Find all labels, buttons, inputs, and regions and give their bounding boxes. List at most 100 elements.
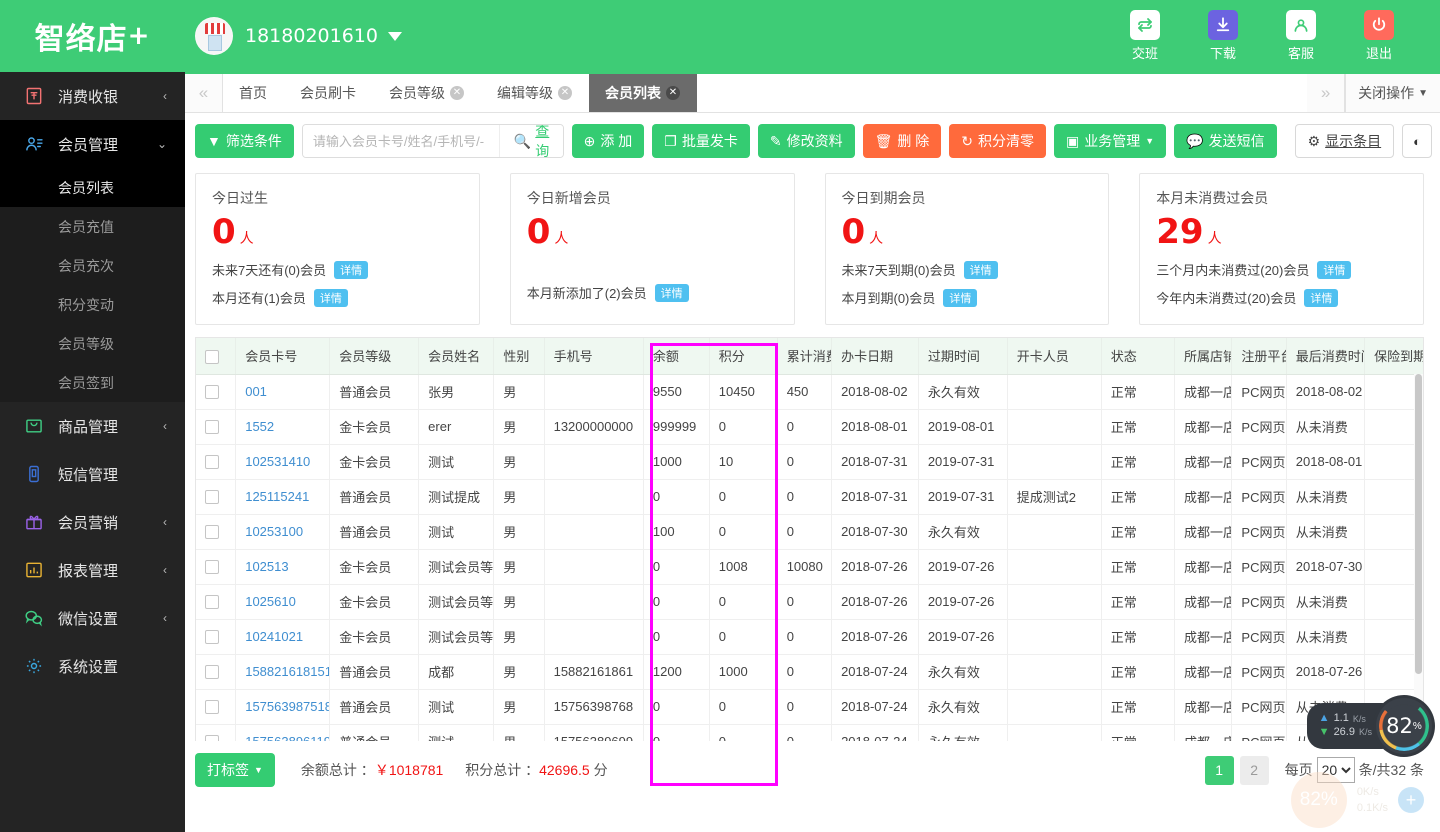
table-row[interactable]: 157563987518普通会员测试男157563987680002018-07…	[196, 689, 1424, 724]
cell-card[interactable]: 125115241	[236, 479, 330, 514]
sidebar-item-member[interactable]: 会员管理 ⌄	[0, 120, 185, 168]
send-sms-button[interactable]: 💬 发送短信	[1174, 124, 1276, 158]
add-button[interactable]: ⊕ 添 加	[572, 124, 645, 158]
cell-card[interactable]: 158821618151	[236, 654, 330, 689]
table-row[interactable]: 1552金卡会员erer男13200000000999999002018-08-…	[196, 409, 1424, 444]
sidebar-item-settings[interactable]: 系统设置	[0, 642, 185, 690]
table-row[interactable]: 102513金卡会员测试会员等级男01008100802018-07-26201…	[196, 549, 1424, 584]
row-select-cell	[196, 549, 236, 584]
sidebar-item-marketing[interactable]: 会员营销 ‹	[0, 498, 185, 546]
detail-badge[interactable]: 详情	[943, 289, 977, 307]
cell-card[interactable]: 001	[236, 374, 330, 409]
cell-card[interactable]: 1025610	[236, 584, 330, 619]
cell-card[interactable]: 102531410	[236, 444, 330, 479]
row-checkbox[interactable]	[205, 560, 219, 574]
cell-card[interactable]: 102513	[236, 549, 330, 584]
cell-card[interactable]: 157563987518	[236, 689, 330, 724]
sidebar-item-member-signin[interactable]: 会员签到	[0, 363, 185, 402]
tab-member-card-swipe[interactable]: 会员刷卡	[284, 74, 373, 112]
tab-scroll-next-icon[interactable]: »	[1307, 74, 1345, 112]
table-row[interactable]: 102531410金卡会员测试男10001002018-07-312019-07…	[196, 444, 1424, 479]
cell-points: 0	[709, 584, 777, 619]
row-select-cell	[196, 409, 236, 444]
header-action-download[interactable]: 下载	[1184, 10, 1262, 62]
filter-button[interactable]: ▼ 筛选条件	[195, 124, 294, 158]
detail-badge[interactable]: 详情	[334, 261, 368, 279]
sidebar-item-member-times[interactable]: 会员充次	[0, 246, 185, 285]
row-checkbox[interactable]	[205, 455, 219, 469]
table-vertical-scrollbar[interactable]	[1414, 374, 1423, 741]
tab-member-list[interactable]: 会员列表 ✕	[589, 74, 697, 112]
tab-scroll-prev-icon[interactable]: «	[185, 74, 223, 112]
show-items-button[interactable]: ⚙ 显示条目	[1295, 124, 1395, 158]
header-action-support[interactable]: 客服	[1262, 10, 1340, 62]
sidebar-submenu-member: 会员列表 会员充值 会员充次 积分变动 会员等级 会员签到	[0, 168, 185, 402]
table-row[interactable]: 157563896119普通会员测试男157563896990002018-07…	[196, 724, 1424, 741]
sidebar-item-cashier[interactable]: 消费收银 ‹	[0, 72, 185, 120]
row-checkbox[interactable]	[205, 595, 219, 609]
close-icon[interactable]: ✕	[558, 86, 572, 100]
business-management-dropdown[interactable]: ▣ 业务管理 ▼	[1054, 124, 1166, 158]
chevron-down-icon[interactable]	[388, 32, 402, 41]
cell-card[interactable]: 157563896119	[236, 724, 330, 741]
cell-spent: 0	[777, 689, 831, 724]
sidebar-item-member-level[interactable]: 会员等级	[0, 324, 185, 363]
tab-edit-level[interactable]: 编辑等级 ✕	[481, 74, 589, 112]
sidebar-item-member-list[interactable]: 会员列表	[0, 168, 185, 207]
table-row[interactable]: 10253100普通会员测试男100002018-07-30永久有效正常成都一店…	[196, 514, 1424, 549]
row-checkbox[interactable]	[205, 665, 219, 679]
sidebar-item-member-recharge[interactable]: 会员充值	[0, 207, 185, 246]
tag-button[interactable]: 打标签 ▼	[195, 753, 275, 787]
detail-badge[interactable]: 详情	[1304, 289, 1338, 307]
table-row[interactable]: 001普通会员张男男9550104504502018-08-02永久有效正常成都…	[196, 374, 1424, 409]
edit-info-button[interactable]: ✎ 修改资料	[758, 124, 855, 158]
table-row[interactable]: 125115241普通会员测试提成男0002018-07-312019-07-3…	[196, 479, 1424, 514]
close-operations-dropdown[interactable]: 关闭操作 ▼	[1345, 74, 1440, 112]
store-selector[interactable]: 18180201610	[195, 17, 402, 55]
row-checkbox[interactable]	[205, 490, 219, 504]
table-row[interactable]: 1025610金卡会员测试会员等级男0002018-07-262019-07-2…	[196, 584, 1424, 619]
page-button-2[interactable]: 2	[1240, 756, 1269, 785]
sidebar-item-sms[interactable]: 短信管理	[0, 450, 185, 498]
scrollbar-thumb[interactable]	[1415, 374, 1422, 674]
close-icon[interactable]: ✕	[666, 86, 680, 100]
delete-button[interactable]: 🗑 删 除	[863, 124, 942, 158]
tab-member-level[interactable]: 会员等级 ✕	[373, 74, 481, 112]
row-checkbox[interactable]	[205, 385, 219, 399]
search-button[interactable]: 🔍 查询	[499, 125, 563, 157]
row-checkbox[interactable]	[205, 525, 219, 539]
sidebar-item-goods[interactable]: 商品管理 ‹	[0, 402, 185, 450]
cpu-usage-dial[interactable]: 82%	[1376, 698, 1432, 754]
row-checkbox[interactable]	[205, 420, 219, 434]
header-action-logout[interactable]: 退出	[1340, 10, 1418, 62]
cell-card[interactable]: 10241021	[236, 619, 330, 654]
tab-home[interactable]: 首页	[223, 74, 284, 112]
detail-badge[interactable]: 详情	[314, 289, 348, 307]
table-row[interactable]: 158821618151普通会员成都男158821618611200100002…	[196, 654, 1424, 689]
search-input[interactable]	[303, 125, 499, 157]
clear-points-button[interactable]: ↻ 积分清零	[949, 124, 1046, 158]
detail-badge[interactable]: 详情	[1317, 261, 1351, 279]
cell-card[interactable]: 1552	[236, 409, 330, 444]
row-checkbox[interactable]	[205, 630, 219, 644]
row-checkbox[interactable]	[205, 735, 219, 741]
page-button-1[interactable]: 1	[1205, 756, 1234, 785]
detail-badge[interactable]: 详情	[964, 261, 998, 279]
cell-card[interactable]: 10253100	[236, 514, 330, 549]
row-checkbox[interactable]	[205, 700, 219, 714]
cell-store: 成都一店	[1174, 584, 1231, 619]
sidebar-item-report[interactable]: 报表管理 ‹	[0, 546, 185, 594]
toggle-visibility-button[interactable]: ◐	[1402, 124, 1432, 158]
sidebar-nav: 消费收银 ‹ 会员管理 ⌄ 会员列表 会员充值 会员充次 积分变动 会员等级 会…	[0, 72, 185, 832]
close-icon[interactable]: ✕	[450, 86, 464, 100]
batch-card-button[interactable]: ❐ 批量发卡	[652, 124, 750, 158]
sidebar-item-wechat[interactable]: 微信设置 ‹	[0, 594, 185, 642]
select-all-checkbox[interactable]	[205, 350, 219, 364]
network-speed-widget[interactable]: ▲ 1.1 K/s ▼ 26.9 K/s 82%	[1307, 698, 1432, 754]
table-row[interactable]: 10241021金卡会员测试会员等级男0002018-07-262019-07-…	[196, 619, 1424, 654]
detail-badge[interactable]: 详情	[655, 284, 689, 302]
sidebar-item-points-change[interactable]: 积分变动	[0, 285, 185, 324]
member-table-head: 会员卡号会员等级会员姓名性别手机号余额积分累计消费办卡日期过期时间开卡人员状态所…	[196, 338, 1424, 374]
per-page-select[interactable]: 20	[1317, 757, 1355, 783]
header-action-shift[interactable]: 交班	[1106, 10, 1184, 62]
